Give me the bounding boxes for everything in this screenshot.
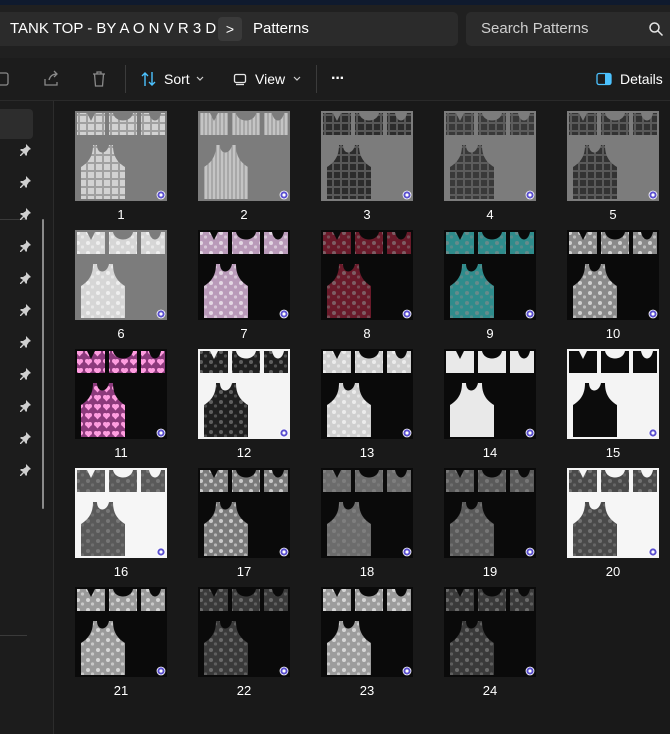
pattern-thumbnail-image[interactable]: [444, 587, 536, 677]
thumbnail-label: 22: [236, 683, 252, 698]
pin-icon[interactable]: [18, 399, 32, 413]
nav-item-selected[interactable]: [0, 109, 33, 139]
pattern-thumbnail-image[interactable]: [198, 111, 290, 201]
view-button[interactable]: View: [233, 58, 305, 100]
view-icon: [233, 73, 247, 86]
thumbnail-label: 3: [363, 207, 371, 222]
chevron-down-icon: [196, 76, 204, 81]
pattern-thumbnail-image[interactable]: [321, 587, 413, 677]
pattern-thumbnail-image[interactable]: [321, 111, 413, 201]
thumbnail-label: 16: [113, 564, 129, 579]
pattern-thumbnail-image[interactable]: [198, 230, 290, 320]
pin-icon[interactable]: [18, 271, 32, 285]
search-placeholder: Search Patterns: [481, 20, 589, 37]
share-icon: [44, 70, 58, 86]
thumbnail-label: 6: [117, 326, 125, 341]
thumbnail-label: 9: [486, 326, 494, 341]
pattern-thumbnail-image[interactable]: [444, 230, 536, 320]
pin-icon[interactable]: [18, 207, 32, 221]
pattern-thumbnail-image[interactable]: [444, 111, 536, 201]
thumbnail-label: 14: [482, 445, 498, 460]
pin-icon[interactable]: [18, 143, 32, 157]
pattern-thumbnail-image[interactable]: [567, 111, 659, 201]
copy-icon: [0, 72, 9, 86]
pin-icon[interactable]: [18, 335, 32, 349]
sort-icon: [141, 72, 156, 86]
pattern-thumbnail-image[interactable]: [75, 111, 167, 201]
nav-scrollbar[interactable]: [42, 219, 44, 509]
trash-icon: [93, 71, 105, 87]
nav-divider: [0, 635, 27, 636]
copy-path-button[interactable]: [0, 58, 14, 100]
pattern-thumbnail-image[interactable]: [75, 468, 167, 558]
thumbnail-label: 10: [605, 326, 621, 341]
pin-icon[interactable]: [18, 431, 32, 445]
view-label: View: [255, 71, 286, 87]
thumbnail-label: 11: [114, 445, 128, 460]
thumbnail-label: 5: [609, 207, 617, 222]
thumbnail-label: 2: [240, 207, 248, 222]
pattern-thumbnail-image[interactable]: [321, 468, 413, 558]
thumbnail-label: 17: [236, 564, 252, 579]
sort-button[interactable]: Sort: [140, 58, 210, 100]
pattern-thumbnail-image[interactable]: [75, 349, 167, 439]
details-pane-icon: [596, 72, 612, 86]
breadcrumb-folder[interactable]: TANK TOP - BY A O N V R 3 D: [10, 12, 216, 46]
pin-icon[interactable]: [18, 303, 32, 317]
pattern-thumbnail-image[interactable]: [321, 349, 413, 439]
more-options-button[interactable]: ···: [331, 58, 353, 100]
pattern-thumbnail-image[interactable]: [567, 230, 659, 320]
chevron-down-icon: [293, 76, 301, 81]
pattern-thumbnail-image[interactable]: [444, 468, 536, 558]
navigation-pane: [0, 101, 54, 734]
details-button[interactable]: Details: [596, 58, 666, 100]
breadcrumb-current[interactable]: Patterns: [253, 12, 309, 46]
thumbnail-label: 7: [240, 326, 248, 341]
thumbnail-label: 8: [363, 326, 371, 341]
pattern-thumbnail-image[interactable]: [75, 587, 167, 677]
share-button[interactable]: [42, 58, 62, 100]
search-input[interactable]: Search Patterns: [466, 12, 670, 46]
toolbar-divider: [125, 65, 126, 93]
more-icon: ···: [331, 70, 345, 87]
sort-label: Sort: [164, 71, 190, 87]
pattern-thumbnail-image[interactable]: [321, 230, 413, 320]
delete-button[interactable]: [90, 58, 110, 100]
pattern-thumbnail-image[interactable]: [198, 587, 290, 677]
details-label: Details: [620, 71, 663, 87]
pin-icon[interactable]: [18, 367, 32, 381]
pattern-thumbnail-image[interactable]: [444, 349, 536, 439]
thumbnail-label: 23: [359, 683, 375, 698]
thumbnail-label: 21: [113, 683, 129, 698]
file-grid: 1 2 3 4 5 6 7 8 9 10 11 12 13 14 15 16 1…: [54, 101, 670, 734]
thumbnail-label: 13: [359, 445, 375, 460]
pattern-thumbnail-image[interactable]: [75, 230, 167, 320]
thumbnail-label: 1: [117, 207, 125, 222]
search-icon[interactable]: [648, 21, 664, 37]
toolbar-divider: [316, 65, 317, 93]
breadcrumb-chevron-icon[interactable]: >: [218, 17, 242, 41]
command-bar: Sort View ··· Details: [0, 58, 670, 101]
address-bar[interactable]: TANK TOP - BY A O N V R 3 D > Patterns: [0, 12, 458, 46]
pin-icon[interactable]: [18, 175, 32, 189]
thumbnail-label: 20: [605, 564, 621, 579]
thumbnail-label: 12: [236, 445, 252, 460]
pin-icon[interactable]: [18, 239, 32, 253]
thumbnail-label: 15: [605, 445, 621, 460]
pin-icon[interactable]: [18, 463, 32, 477]
thumbnail-label: 4: [486, 207, 494, 222]
thumbnail-label: 18: [359, 564, 375, 579]
title-bar: TANK TOP - BY A O N V R 3 D > Patterns S…: [0, 0, 670, 58]
pattern-thumbnail-image[interactable]: [567, 349, 659, 439]
pattern-thumbnail-image[interactable]: [567, 468, 659, 558]
thumbnail-label: 19: [482, 564, 498, 579]
pattern-thumbnail-image[interactable]: [198, 468, 290, 558]
thumbnail-label: 24: [482, 683, 498, 698]
pattern-thumbnail-image[interactable]: [198, 349, 290, 439]
